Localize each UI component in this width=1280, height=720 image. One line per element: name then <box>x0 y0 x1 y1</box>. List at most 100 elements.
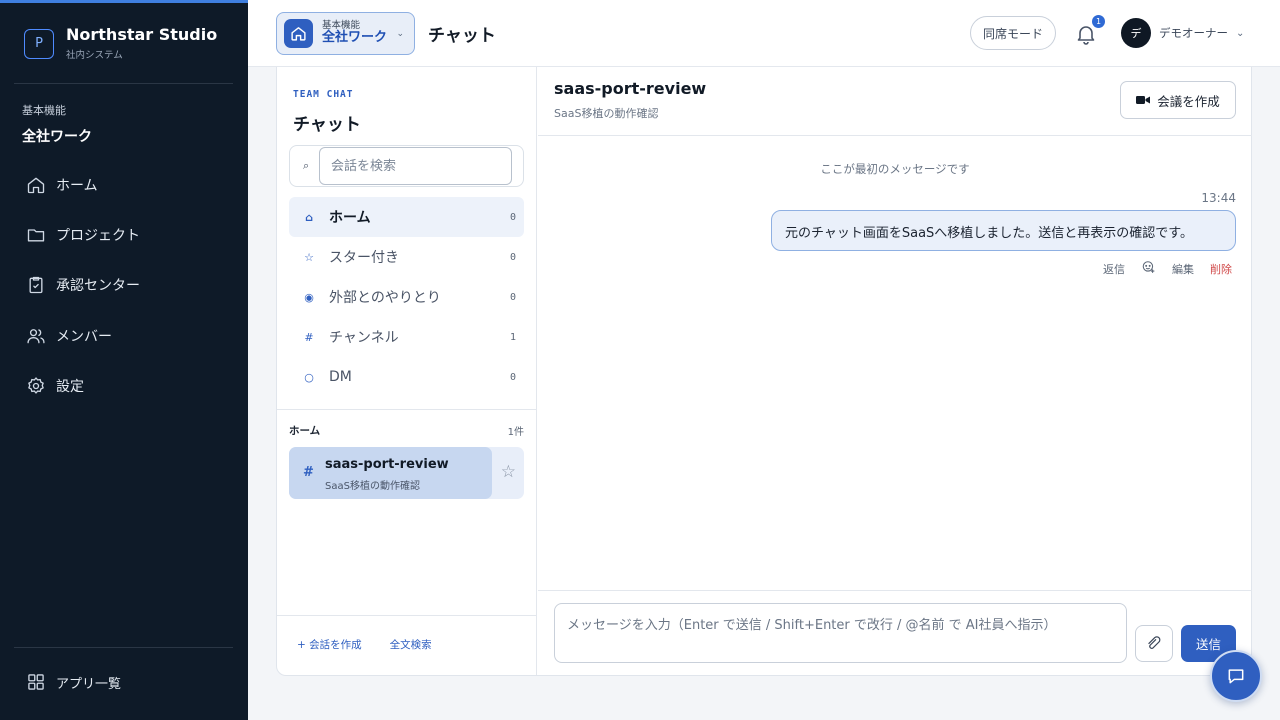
filter-label: スター付き <box>329 250 399 266</box>
sidebar-item-label: メンバー <box>56 328 112 345</box>
sidebar-section-title: 全社ワーク <box>22 129 92 145</box>
sidebar-accent-line <box>0 0 248 3</box>
home-icon <box>27 177 45 194</box>
brand-subtitle: 社内システム <box>66 50 123 61</box>
filter-dm[interactable]: ○ DM 0 <box>289 357 524 397</box>
grid-icon <box>28 674 44 690</box>
list-footer: + 会話を作成 全文検索 <box>297 637 432 652</box>
filter-count: 0 <box>509 211 516 223</box>
hash-icon: # <box>304 330 314 344</box>
filter-starred[interactable]: ☆ スター付き 0 <box>289 237 524 277</box>
video-icon <box>1136 96 1151 104</box>
brand-name: Northstar Studio <box>66 25 218 44</box>
page-title: チャット <box>428 26 496 46</box>
sidebar-item-label: プロジェクト <box>56 228 140 245</box>
top-header: 基本機能 全社ワーク ⌄ チャット 同席モード 1 デ デモオーナー ⌄ <box>248 0 1280 67</box>
message-actions: 返信 編集 削除 <box>1087 260 1232 277</box>
conversation-select[interactable]: # saas-port-review SaaS移植の動作確認 <box>289 447 492 499</box>
conversation-name: saas-port-review <box>325 457 449 472</box>
sidebar-item-label: ホーム <box>56 178 98 194</box>
reaction-icon[interactable] <box>1141 260 1156 277</box>
meeting-mode-button[interactable]: 同席モード <box>970 16 1056 50</box>
message-bubble: 元のチャット画面をSaaSへ移植しました。送信と再表示の確認です。 <box>771 210 1236 251</box>
conversation-item: # saas-port-review SaaS移植の動作確認 ☆ <box>289 447 524 499</box>
sidebar-item-apps[interactable]: アプリ一覧 <box>26 672 121 692</box>
sidebar-item-label: 設定 <box>56 378 84 395</box>
search-input[interactable] <box>319 147 512 185</box>
workspace-switcher[interactable]: 基本機能 全社ワーク ⌄ <box>276 12 415 55</box>
conversation-group-header: ホーム 1件 <box>289 423 524 438</box>
sidebar-item-members[interactable]: メンバー <box>14 316 234 356</box>
group-count: 1件 <box>507 427 524 438</box>
paperclip-icon <box>1148 635 1161 649</box>
gear-icon <box>28 376 44 394</box>
star-icon[interactable]: ☆ <box>501 462 516 482</box>
delete-button[interactable]: 削除 <box>1210 261 1232 277</box>
message-input[interactable] <box>554 603 1127 663</box>
user-menu[interactable]: デ デモオーナー ⌄ <box>1121 18 1244 48</box>
workspace-value: 全社ワーク <box>322 30 388 46</box>
filter-label: チャンネル <box>329 330 399 346</box>
notification-badge: 1 <box>1092 15 1105 28</box>
sidebar-item-label: 承認センター <box>56 278 140 295</box>
user-name: デモオーナー <box>1159 26 1228 40</box>
home-icon <box>284 19 313 48</box>
first-message-note: ここが最初のメッセージです <box>820 162 970 176</box>
team-chat-eyebrow: TEAM CHAT <box>293 89 354 100</box>
filter-list: ⌂ ホーム 0 ☆ スター付き 0 ◉ 外部とのやりとり 0 # チャンネル 1… <box>289 197 524 397</box>
external-icon: ◉ <box>304 290 314 304</box>
filter-count: 0 <box>509 251 516 263</box>
avatar: デ <box>1121 18 1151 48</box>
sidebar-item-settings[interactable]: 設定 <box>14 366 234 406</box>
create-meeting-button[interactable]: 会議を作成 <box>1120 81 1236 119</box>
create-conversation-link[interactable]: + 会話を作成 <box>297 637 362 652</box>
chat-bubble-icon <box>1228 669 1244 684</box>
home-icon: ⌂ <box>305 210 313 224</box>
chat-panel: TEAM CHAT チャット ⌕ ⌂ ホーム 0 ☆ スター付き 0 ◉ 外部と… <box>276 67 1252 676</box>
search-box: ⌕ <box>289 145 524 187</box>
filter-label: ホーム <box>329 210 371 226</box>
clipboard-check-icon <box>29 277 43 294</box>
composer-divider <box>538 590 1252 591</box>
filter-label: DM <box>329 369 352 385</box>
filter-count: 1 <box>509 331 516 343</box>
chat-fab-button[interactable] <box>1210 650 1262 702</box>
filter-count: 0 <box>509 371 516 383</box>
chat-subtitle: SaaS移植の動作確認 <box>554 107 659 120</box>
group-title: ホーム <box>289 425 321 437</box>
sidebar-item-label: アプリ一覧 <box>56 676 122 692</box>
brand-logo: P <box>24 28 54 59</box>
sidebar: P Northstar Studio 社内システム 基本機能 全社ワーク ホーム… <box>0 0 248 720</box>
chat-column: saas-port-review SaaS移植の動作確認 会議を作成 ここが最初… <box>538 67 1252 675</box>
create-meeting-label: 会議を作成 <box>1157 93 1220 109</box>
star-icon: ☆ <box>304 250 314 264</box>
full-text-search-link[interactable]: 全文検索 <box>390 637 432 652</box>
filter-external[interactable]: ◉ 外部とのやりとり 0 <box>289 277 524 317</box>
filter-home[interactable]: ⌂ ホーム 0 <box>289 197 524 237</box>
chat-header-divider <box>538 135 1252 136</box>
list-divider <box>277 409 536 410</box>
list-divider <box>277 615 536 616</box>
sidebar-item-home[interactable]: ホーム <box>14 165 234 205</box>
attach-button[interactable] <box>1135 625 1173 662</box>
brand[interactable]: P Northstar Studio 社内システム <box>24 26 217 61</box>
sidebar-item-projects[interactable]: プロジェクト <box>14 215 234 255</box>
edit-button[interactable]: 編集 <box>1172 261 1194 277</box>
sidebar-divider <box>14 647 233 648</box>
message-time: 13:44 <box>1201 191 1236 205</box>
chevron-down-icon: ⌄ <box>396 29 404 39</box>
sidebar-section-label: 基本機能 <box>22 104 66 117</box>
filter-label: 外部とのやりとり <box>329 290 441 306</box>
reply-button[interactable]: 返信 <box>1103 261 1125 277</box>
search-icon: ⌕ <box>303 159 310 172</box>
conversation-list-column: TEAM CHAT チャット ⌕ ⌂ ホーム 0 ☆ スター付き 0 ◉ 外部と… <box>277 67 537 675</box>
hash-icon: # <box>303 465 314 480</box>
conversation-subtitle: SaaS移植の動作確認 <box>325 481 420 492</box>
filter-channels[interactable]: # チャンネル 1 <box>289 317 524 357</box>
chat-title: saas-port-review <box>554 79 707 98</box>
users-icon <box>27 328 45 343</box>
sidebar-item-approvals[interactable]: 承認センター <box>14 265 234 305</box>
chevron-down-icon: ⌄ <box>1236 27 1245 39</box>
filter-count: 0 <box>509 291 516 303</box>
sidebar-divider <box>14 83 233 84</box>
